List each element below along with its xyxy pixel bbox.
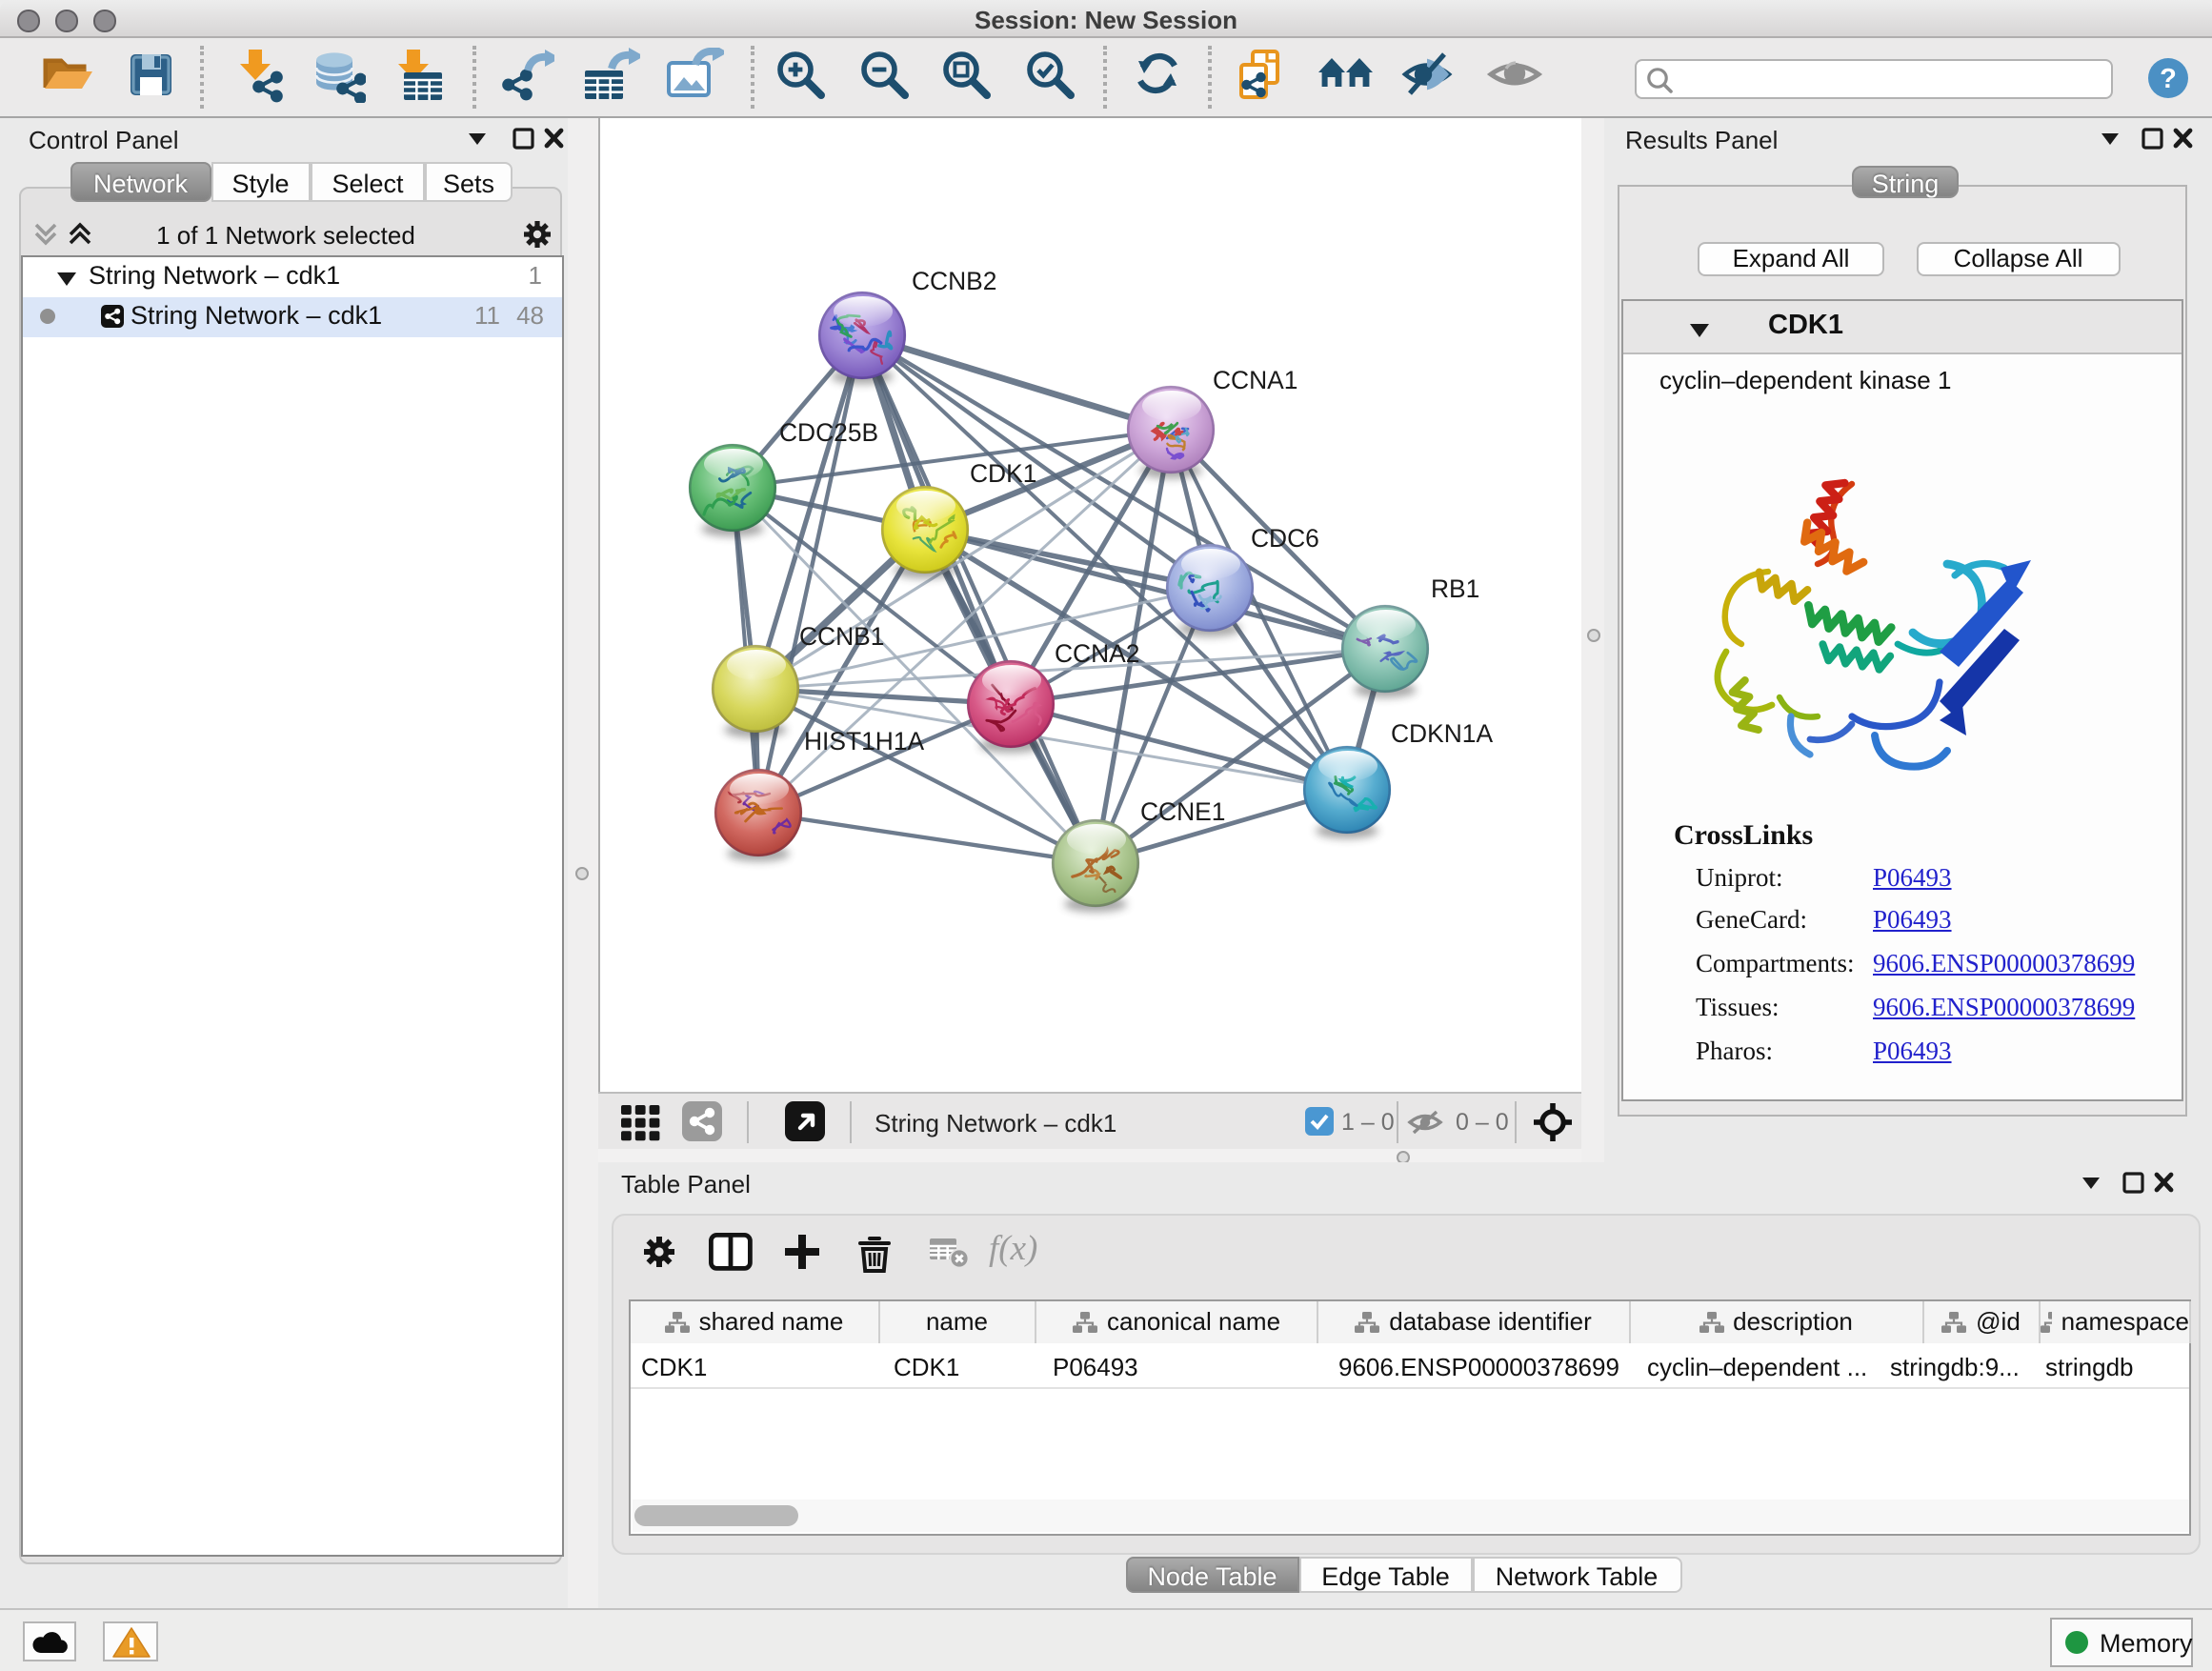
- svg-text:HIST1H1A: HIST1H1A: [804, 727, 925, 755]
- svg-text:RB1: RB1: [1431, 574, 1479, 603]
- svg-text:CCNA2: CCNA2: [1055, 639, 1139, 668]
- svg-text:?: ?: [2160, 64, 2177, 94]
- svg-text:CCNB2: CCNB2: [912, 267, 996, 295]
- svg-text:CCNB1: CCNB1: [799, 622, 884, 651]
- svg-text:CDC6: CDC6: [1251, 524, 1319, 553]
- svg-text:CDKN1A: CDKN1A: [1391, 719, 1493, 748]
- svg-text:CDK1: CDK1: [970, 459, 1036, 488]
- svg-text:CDC25B: CDC25B: [779, 418, 878, 447]
- svg-text:CCNE1: CCNE1: [1140, 797, 1225, 826]
- svg-text:CCNA1: CCNA1: [1213, 366, 1297, 394]
